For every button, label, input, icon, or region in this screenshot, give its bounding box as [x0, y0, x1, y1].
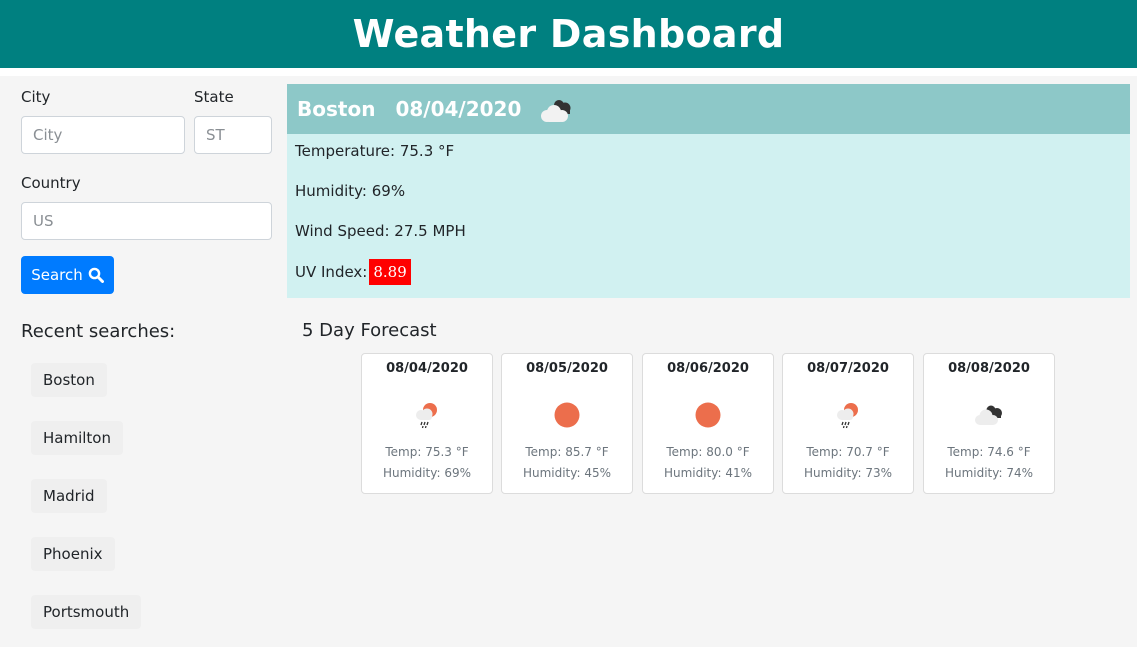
- forecast-card: 08/07/2020 Temp: 70.7 °F Humidity: 73%: [782, 353, 914, 494]
- search-button[interactable]: Search: [21, 256, 114, 294]
- forecast-card: 08/04/2020 Temp: 75.3 °F Humidity: 69%: [361, 353, 493, 494]
- forecast-temp: Temp: 70.7 °F: [806, 445, 890, 459]
- recent-item-hamilton[interactable]: Hamilton: [31, 421, 123, 455]
- uv-index-badge: 8.89: [369, 259, 411, 285]
- forecast-date: 08/06/2020: [667, 361, 749, 376]
- forecast-temp: Temp: 85.7 °F: [525, 445, 609, 459]
- forecast-card: 08/08/2020 Temp: 74.6 °F Humidity: 74%: [923, 353, 1055, 494]
- header-divider: [0, 68, 1137, 76]
- current-temperature: Temperature: 75.3 °F: [295, 142, 455, 160]
- state-label: State: [194, 88, 234, 106]
- forecast-date: 08/04/2020: [386, 361, 468, 376]
- partly-cloudy-icon: [541, 100, 571, 122]
- current-weather-card: Boston 08/04/2020 Temperature: 75.3 °F H…: [287, 84, 1130, 298]
- city-label: City: [21, 88, 51, 106]
- forecast-card: 08/06/2020 Temp: 80.0 °F Humidity: 41%: [642, 353, 774, 494]
- forecast-date: 08/05/2020: [526, 361, 608, 376]
- app-header: Weather Dashboard: [0, 0, 1137, 68]
- uv-index-label: UV Index:: [295, 263, 368, 281]
- current-weather-header: Boston 08/04/2020: [287, 84, 1130, 134]
- current-date: 08/04/2020: [395, 97, 522, 121]
- sun-icon: [554, 402, 580, 428]
- cloudy-icon: [975, 405, 1002, 425]
- rain-sun-icon: [837, 403, 858, 429]
- recent-item-boston[interactable]: Boston: [31, 363, 107, 397]
- forecast-humidity: Humidity: 69%: [382, 466, 472, 480]
- forecast-date: 08/08/2020: [948, 361, 1030, 376]
- recent-item-portsmouth[interactable]: Portsmouth: [31, 595, 142, 629]
- state-input[interactable]: [194, 116, 272, 154]
- country-input[interactable]: [21, 202, 272, 240]
- forecast-humidity: Humidity: 73%: [803, 466, 893, 480]
- current-humidity: Humidity: 69%: [295, 182, 406, 200]
- recent-searches-title: Recent searches:: [21, 321, 176, 342]
- forecast-temp: Temp: 75.3 °F: [385, 445, 469, 459]
- forecast-humidity: Humidity: 45%: [522, 466, 612, 480]
- rain-sun-icon: [416, 403, 437, 429]
- city-input[interactable]: [21, 116, 185, 154]
- forecast-title: 5 Day Forecast: [302, 320, 437, 341]
- sun-icon: [695, 402, 721, 428]
- recent-item-phoenix[interactable]: Phoenix: [31, 537, 115, 571]
- search-button-label: Search: [31, 266, 83, 284]
- search-icon: [88, 267, 104, 283]
- current-uv-index: UV Index: 8.89: [295, 259, 411, 285]
- page-title: Weather Dashboard: [352, 12, 785, 56]
- forecast-humidity: Humidity: 41%: [663, 466, 753, 480]
- recent-item-madrid[interactable]: Madrid: [31, 479, 107, 513]
- forecast-card: 08/05/2020 Temp: 85.7 °F Humidity: 45%: [501, 353, 633, 494]
- forecast-humidity: Humidity: 74%: [944, 466, 1034, 480]
- current-wind-speed: Wind Speed: 27.5 MPH: [295, 222, 466, 240]
- forecast-temp: Temp: 74.6 °F: [947, 445, 1031, 459]
- country-label: Country: [21, 174, 81, 192]
- forecast-date: 08/07/2020: [807, 361, 889, 376]
- current-city: Boston: [297, 97, 376, 121]
- forecast-temp: Temp: 80.0 °F: [666, 445, 750, 459]
